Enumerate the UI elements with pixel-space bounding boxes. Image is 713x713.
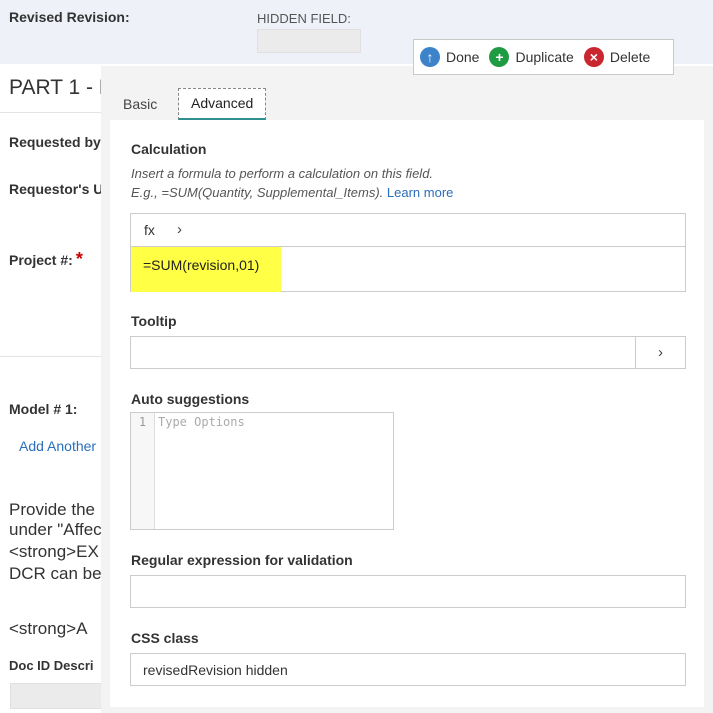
formula-text[interactable]: =SUM(revision,01) [143, 257, 259, 273]
close-icon: × [583, 47, 604, 67]
action-bar: ↑ Done + Duplicate × Delete [413, 39, 674, 75]
chevron-right-icon: › [658, 344, 663, 361]
calculation-editor[interactable]: fx › =SUM(revision,01) [130, 213, 686, 292]
learn-more-link[interactable]: Learn more [387, 185, 453, 200]
instruction-line-4: DCR can be [9, 564, 102, 583]
doc-id-input[interactable] [10, 683, 102, 709]
plus-icon: + [489, 47, 510, 67]
auto-suggestions-editor[interactable]: 1 Type Options [130, 412, 394, 530]
project-label: Project #: * [9, 249, 83, 270]
instruction-line-1: Provide the [9, 500, 95, 519]
calculation-example-text: E.g., =SUM(Quantity, Supplemental_Items)… [131, 185, 384, 200]
delete-label: Delete [609, 49, 651, 65]
requested-by-label: Requested by [9, 134, 101, 150]
auto-suggestions-title: Auto suggestions [131, 391, 250, 407]
tooltip-title: Tooltip [131, 313, 177, 329]
tab-advanced[interactable]: Advanced [178, 88, 267, 120]
divider [0, 356, 101, 357]
auto-suggestions-placeholder: Type Options [158, 415, 245, 429]
part-title: PART 1 - F [9, 76, 112, 99]
tab-basic[interactable]: Basic [123, 96, 157, 112]
chevron-right-icon[interactable]: › [177, 221, 182, 238]
hidden-field-input[interactable] [257, 29, 361, 53]
model-label: Model # 1: [9, 401, 78, 417]
add-another-model-link[interactable]: Add Another M [19, 438, 112, 454]
fx-icon[interactable]: fx [144, 222, 155, 238]
hidden-field-label: HIDDEN FIELD: [257, 11, 351, 26]
revised-revision-label: Revised Revision: [9, 9, 130, 25]
calculation-example: E.g., =SUM(Quantity, Supplemental_Items)… [131, 185, 453, 200]
doc-id-label: Doc ID Descri [9, 658, 94, 673]
css-class-title: CSS class [131, 630, 199, 646]
delete-button[interactable]: × Delete [583, 47, 651, 67]
advanced-settings: Calculation Insert a formula to perform … [110, 120, 704, 707]
project-label-text: Project #: [9, 252, 73, 268]
divider [0, 112, 101, 113]
tooltip-expand-button[interactable]: › [635, 337, 685, 368]
tooltip-input[interactable]: › [130, 336, 686, 369]
css-class-input[interactable]: revisedRevision hidden [130, 653, 686, 686]
done-label: Done [446, 49, 480, 65]
arrow-up-icon: ↑ [420, 47, 440, 67]
css-class-value: revisedRevision hidden [143, 662, 288, 678]
duplicate-button[interactable]: + Duplicate [489, 47, 574, 67]
required-mark: * [75, 249, 83, 269]
instruction-line-3: <strong>EX [9, 542, 99, 561]
instruction-line-2: under "Affec [9, 520, 102, 539]
field-settings-panel: Basic Advanced Calculation Insert a form… [101, 66, 713, 713]
requestor-label: Requestor's U [9, 181, 104, 197]
strong-line: <strong>A [9, 619, 88, 638]
duplicate-label: Duplicate [515, 49, 574, 65]
calculation-toolbar: fx › [131, 214, 685, 247]
regex-input[interactable] [130, 575, 686, 608]
line-number-gutter: 1 [131, 413, 155, 529]
calculation-hint: Insert a formula to perform a calculatio… [131, 166, 434, 181]
calculation-title: Calculation [131, 141, 207, 157]
done-button[interactable]: ↑ Done [420, 47, 479, 67]
regex-title: Regular expression for validation [131, 552, 353, 568]
